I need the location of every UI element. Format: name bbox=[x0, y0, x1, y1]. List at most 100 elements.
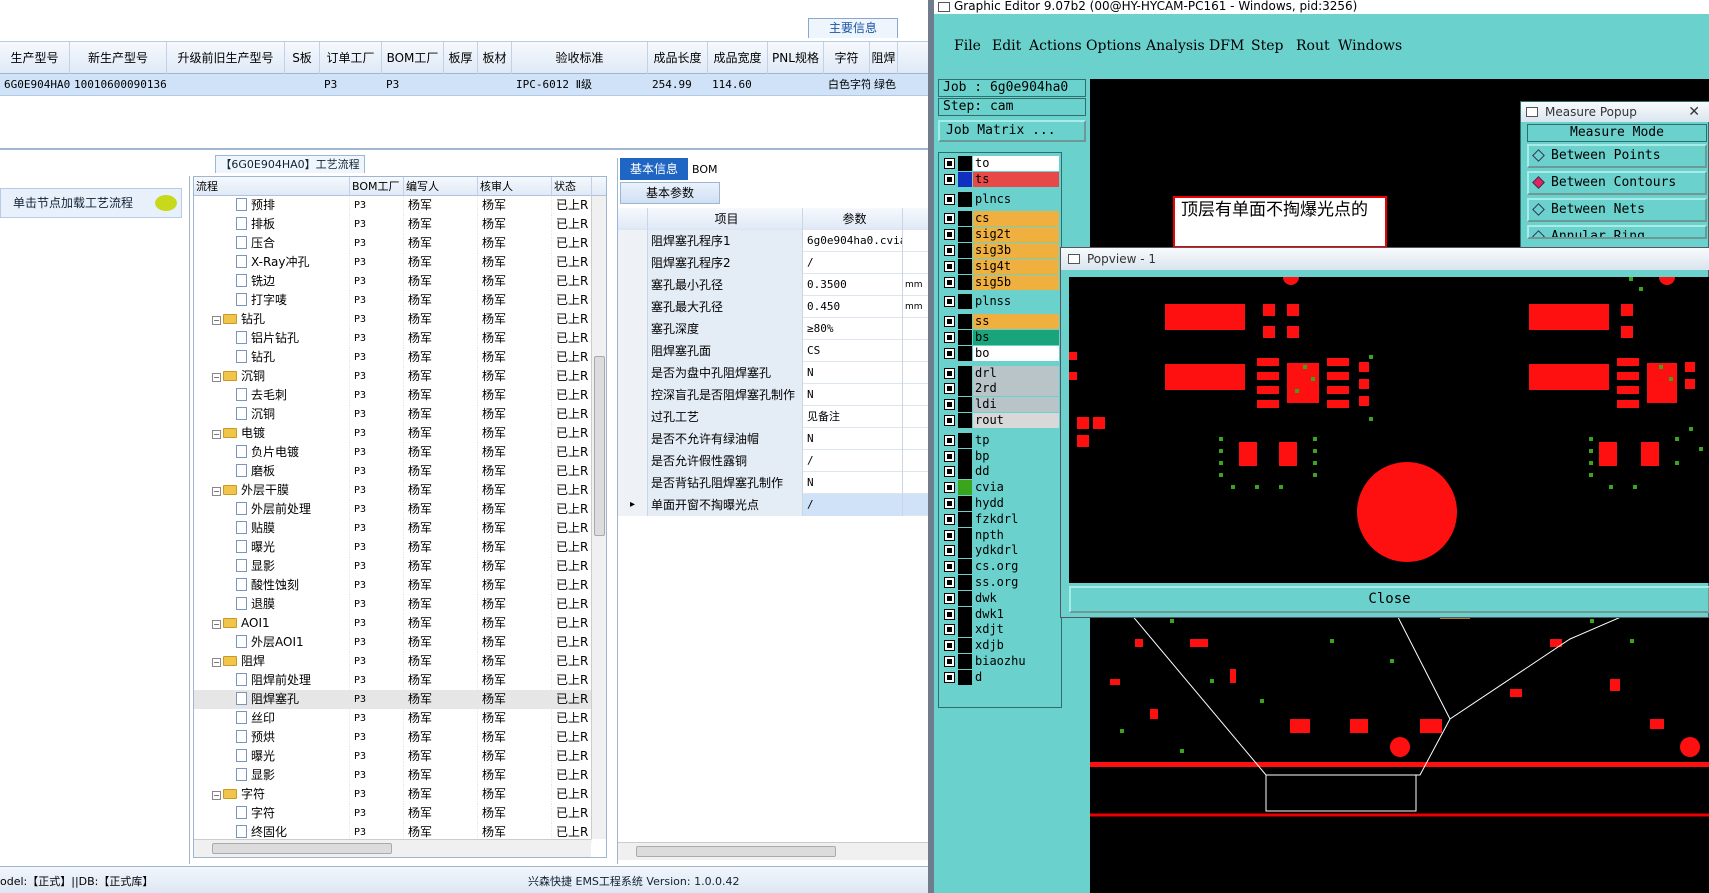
tree-node[interactable]: 预排 bbox=[194, 196, 350, 215]
layer-checkbox[interactable] bbox=[944, 545, 955, 557]
layer-row-ss.org[interactable]: ss.org bbox=[941, 575, 1061, 590]
layer-checkbox[interactable] bbox=[944, 213, 955, 225]
layer-color-swatch[interactable] bbox=[958, 294, 972, 310]
param-value[interactable]: 6g0e904ha0.cvia bbox=[803, 230, 903, 252]
tree-row[interactable]: 显影 P3 杨军 杨军 已上R bbox=[194, 766, 606, 785]
layer-color-swatch[interactable] bbox=[958, 622, 972, 638]
collapse-icon[interactable]: − bbox=[212, 658, 221, 667]
tree-node[interactable]: 打字唛 bbox=[194, 291, 350, 310]
layer-checkbox[interactable] bbox=[944, 561, 955, 573]
grid-col-0[interactable]: 生产型号 bbox=[0, 42, 70, 74]
layer-color-swatch[interactable] bbox=[958, 432, 972, 448]
layer-row-ss[interactable]: ss bbox=[941, 314, 1061, 330]
tree-row[interactable]: − 电镀 P3 杨军 杨军 已上R bbox=[194, 424, 606, 443]
layer-name[interactable]: dwk1 bbox=[973, 606, 1059, 622]
layer-color-swatch[interactable] bbox=[958, 345, 972, 361]
menu-actions[interactable]: Actions bbox=[1029, 38, 1082, 54]
tree-node[interactable]: 显影 bbox=[194, 766, 350, 785]
layer-color-swatch[interactable] bbox=[958, 381, 972, 397]
tree-node[interactable]: 酸性蚀刻 bbox=[194, 576, 350, 595]
layer-row-ldi[interactable]: ldi bbox=[941, 397, 1061, 413]
job-matrix-button[interactable]: Job Matrix ... bbox=[938, 120, 1086, 142]
layer-name[interactable]: cs.org bbox=[973, 559, 1059, 575]
popview-canvas[interactable] bbox=[1069, 269, 1709, 583]
menu-dfm[interactable]: DFM bbox=[1209, 38, 1244, 54]
layer-row-sig2t[interactable]: sig2t bbox=[941, 227, 1061, 243]
layer-checkbox[interactable] bbox=[944, 608, 955, 620]
param-value[interactable]: CS bbox=[803, 340, 903, 362]
layer-color-swatch[interactable] bbox=[958, 397, 972, 413]
layer-checkbox[interactable] bbox=[944, 399, 955, 411]
layer-checkbox[interactable] bbox=[944, 513, 955, 525]
layer-color-swatch[interactable] bbox=[958, 243, 972, 258]
tree-row[interactable]: 压合 P3 杨军 杨军 已上R bbox=[194, 234, 606, 253]
tree-row[interactable]: 打字唛 P3 杨军 杨军 已上R bbox=[194, 291, 606, 310]
param-value[interactable]: N bbox=[803, 428, 903, 450]
grid-col-7[interactable]: 板材 bbox=[478, 42, 512, 74]
grid-col-8[interactable]: 验收标准 bbox=[512, 42, 648, 74]
layer-row-ts[interactable]: ts bbox=[941, 171, 1061, 187]
param-row[interactable]: 是否背钻孔阻焊塞孔制作 N bbox=[618, 472, 928, 494]
layer-name[interactable]: sig2t bbox=[973, 227, 1059, 243]
layer-name[interactable]: plnss bbox=[973, 294, 1059, 310]
param-value[interactable]: / bbox=[803, 450, 903, 472]
collapse-icon[interactable]: − bbox=[212, 430, 221, 439]
tree-row[interactable]: 钻孔 P3 杨军 杨军 已上R bbox=[194, 348, 606, 367]
layer-color-swatch[interactable] bbox=[958, 480, 972, 496]
menu-rout[interactable]: Rout bbox=[1296, 38, 1330, 54]
layer-checkbox[interactable] bbox=[944, 173, 955, 185]
tree-node[interactable]: 阻焊塞孔 bbox=[194, 690, 350, 709]
layer-name[interactable]: dd bbox=[973, 464, 1059, 480]
tab-bom[interactable]: BOM bbox=[692, 160, 718, 180]
tree-node[interactable]: 沉铜 bbox=[194, 405, 350, 424]
layer-row-cs.org[interactable]: cs.org bbox=[941, 559, 1061, 575]
layer-row-biaozhu[interactable]: biaozhu bbox=[941, 654, 1061, 669]
layer-name[interactable]: rout bbox=[973, 413, 1059, 428]
layer-name[interactable]: dwk bbox=[973, 590, 1059, 606]
layer-row-cs[interactable]: cs bbox=[941, 211, 1061, 227]
collapse-icon[interactable]: − bbox=[212, 316, 221, 325]
measure-item[interactable]: Between Nets bbox=[1527, 198, 1707, 222]
param-row[interactable]: 阻焊塞孔程序1 6g0e904ha0.cvia bbox=[618, 230, 928, 252]
layer-checkbox[interactable] bbox=[944, 260, 955, 272]
layer-color-swatch[interactable] bbox=[958, 511, 972, 527]
layer-color-swatch[interactable] bbox=[958, 448, 972, 464]
layer-color-swatch[interactable] bbox=[958, 575, 972, 590]
layer-checkbox[interactable] bbox=[944, 415, 955, 426]
load-process-button[interactable]: 单击节点加载工艺流程 bbox=[0, 188, 182, 218]
grid-col-1[interactable]: 新生产型号 bbox=[70, 42, 167, 74]
tree-node[interactable]: 铝片钻孔 bbox=[194, 329, 350, 348]
popview-close-button[interactable]: Close bbox=[1069, 586, 1709, 613]
layer-name[interactable]: ldi bbox=[973, 397, 1059, 413]
grid-col-4[interactable]: 订单工厂 bbox=[320, 42, 382, 74]
layer-row-bs[interactable]: bs bbox=[941, 330, 1061, 345]
measure-item[interactable]: Between Points bbox=[1527, 144, 1707, 168]
measure-item[interactable]: Annular Ring bbox=[1527, 225, 1707, 239]
layer-checkbox[interactable] bbox=[944, 482, 955, 494]
tree-header-col-2[interactable]: 编写人 bbox=[404, 177, 478, 196]
layer-checkbox[interactable] bbox=[944, 332, 955, 343]
layer-color-swatch[interactable] bbox=[958, 527, 972, 543]
layer-checkbox[interactable] bbox=[944, 276, 955, 288]
param-row[interactable]: 阻焊塞孔面 CS bbox=[618, 340, 928, 362]
tree-node[interactable]: − 钻孔 bbox=[194, 310, 350, 329]
tree-row[interactable]: 外层前处理 P3 杨军 杨军 已上R bbox=[194, 500, 606, 519]
tree-node[interactable]: 钻孔 bbox=[194, 348, 350, 367]
tree-header-col-0[interactable]: 流程 bbox=[194, 177, 350, 196]
tree-node[interactable]: − 阻焊 bbox=[194, 652, 350, 671]
layer-row-plncs[interactable]: plncs bbox=[941, 191, 1061, 207]
tree-node[interactable]: − 沉铜 bbox=[194, 367, 350, 386]
param-value[interactable]: 0.3500 bbox=[803, 274, 903, 296]
layer-row-hydd[interactable]: hydd bbox=[941, 496, 1061, 511]
layer-row-bp[interactable]: bp bbox=[941, 448, 1061, 464]
layer-name[interactable]: ydkdrl bbox=[973, 543, 1059, 559]
tree-node[interactable]: 阻焊前处理 bbox=[194, 671, 350, 690]
layer-name[interactable]: tp bbox=[973, 432, 1059, 448]
collapse-icon[interactable]: − bbox=[212, 373, 221, 382]
layer-checkbox[interactable] bbox=[944, 158, 955, 169]
tree-node[interactable]: 退膜 bbox=[194, 595, 350, 614]
layer-row-to[interactable]: to bbox=[941, 156, 1061, 171]
layer-name[interactable]: bs bbox=[973, 330, 1059, 345]
product-grid-row[interactable]: 6G0E904HA0 10010600090136 P3 P3 IPC-6012 Ⅱ级 2… bbox=[0, 74, 928, 96]
tree-node[interactable]: 贴膜 bbox=[194, 519, 350, 538]
